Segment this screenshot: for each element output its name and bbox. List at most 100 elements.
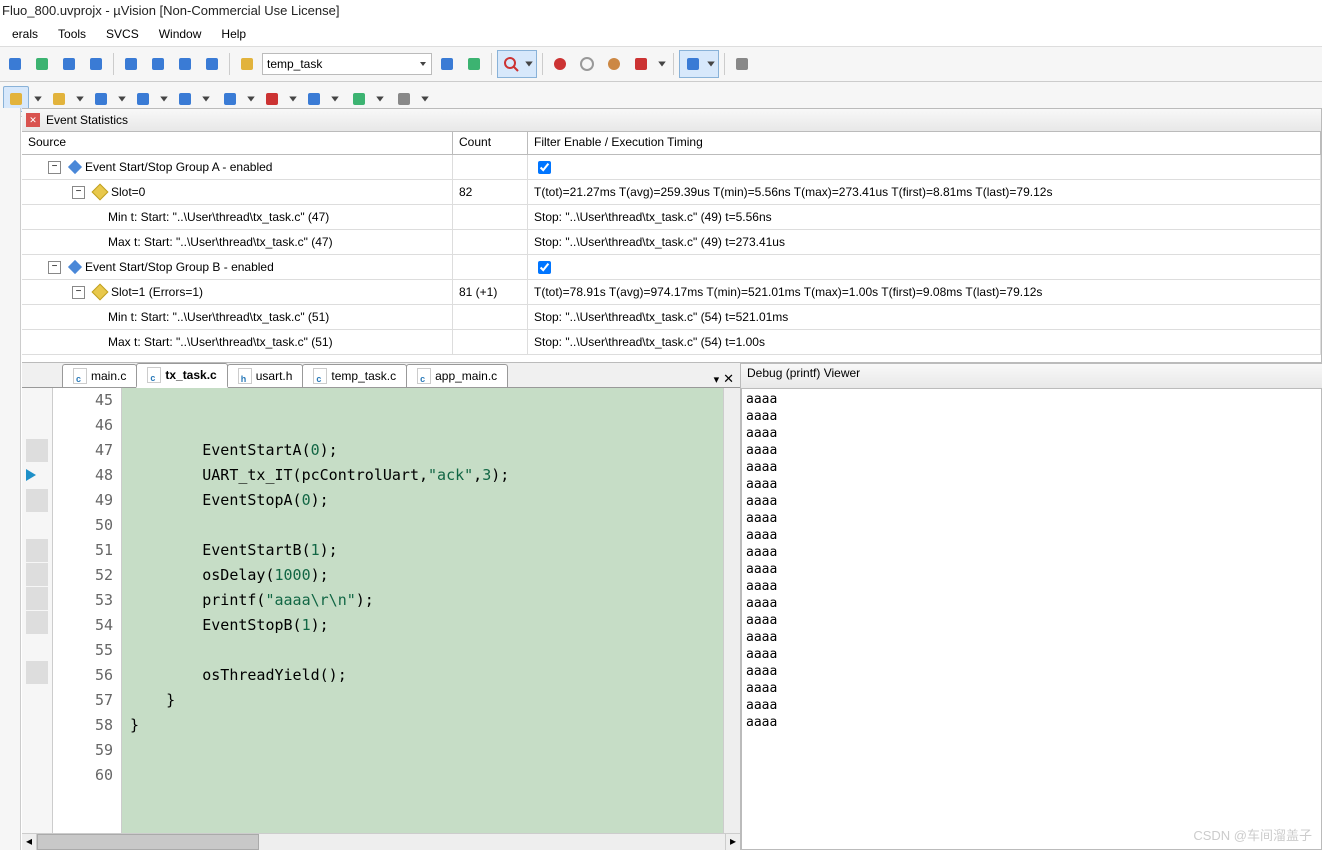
wrench-icon[interactable]	[730, 52, 754, 76]
target-select[interactable]: temp_task	[262, 53, 432, 75]
tab-label: main.c	[91, 369, 126, 383]
col-source[interactable]: Source	[22, 132, 453, 154]
tab-app_main-c[interactable]: app_main.c	[406, 364, 508, 387]
separator	[673, 53, 674, 75]
margin-cell[interactable]	[22, 685, 52, 710]
margin-cell[interactable]	[26, 611, 48, 634]
refresh-icon[interactable]	[602, 52, 626, 76]
circle-icon[interactable]	[575, 52, 599, 76]
grid-row[interactable]: −Event Start/Stop Group B - enabled	[22, 255, 1321, 280]
margin-cell[interactable]	[26, 439, 48, 462]
code-line[interactable]: }	[130, 713, 723, 738]
code-line[interactable]: EventStartB(1);	[130, 538, 723, 563]
config-icon[interactable]	[462, 52, 486, 76]
tab-tx_task-c[interactable]: tx_task.c	[136, 363, 227, 388]
layout-icon[interactable]	[681, 52, 705, 76]
code-line[interactable]: EventStopA(0);	[130, 488, 723, 513]
layout-dropdown[interactable]	[705, 52, 717, 76]
menu-svcs[interactable]: SVCS	[96, 24, 149, 44]
code-line[interactable]	[130, 513, 723, 538]
tab-usart-h[interactable]: usart.h	[227, 364, 304, 387]
code-line[interactable]	[130, 763, 723, 788]
margin-cell[interactable]	[22, 413, 52, 438]
margin-cell[interactable]	[26, 489, 48, 512]
tree-collapse-icon[interactable]: −	[48, 161, 61, 174]
uncomment-icon[interactable]	[200, 52, 224, 76]
bookmark-green-icon[interactable]	[30, 52, 54, 76]
cell-timing: Stop: "..\User\thread\tx_task.c" (49) t=…	[528, 205, 1321, 229]
breakpoint-margin[interactable]	[22, 388, 53, 833]
grid-row[interactable]: Min t: Start: "..\User\thread\tx_task.c"…	[22, 205, 1321, 230]
tab-close-icon[interactable]: ✕	[723, 371, 734, 387]
lens-dropdown[interactable]	[523, 52, 535, 76]
code-line[interactable]: osThreadYield();	[130, 663, 723, 688]
debug-viewer-title[interactable]: Debug (printf) Viewer	[741, 364, 1322, 389]
margin-cell[interactable]	[26, 563, 48, 586]
margin-cell[interactable]	[26, 587, 48, 610]
bookmark-next-icon[interactable]	[84, 52, 108, 76]
menu-window[interactable]: Window	[149, 24, 212, 44]
cell-source: −Slot=1 (Errors=1)	[22, 280, 453, 304]
code-line[interactable]: }	[130, 688, 723, 713]
tab-main-c[interactable]: main.c	[62, 364, 137, 387]
event-statistics-header[interactable]: ✕ Event Statistics	[22, 108, 1322, 132]
code-line[interactable]	[130, 388, 723, 413]
code-line[interactable]	[130, 738, 723, 763]
margin-cell[interactable]	[26, 539, 48, 562]
bookmark-blue-icon[interactable]	[3, 52, 27, 76]
record-icon[interactable]	[548, 52, 572, 76]
grid-row[interactable]: Max t: Start: "..\User\thread\tx_task.c"…	[22, 330, 1321, 355]
margin-cell[interactable]	[22, 710, 52, 735]
menu-tools[interactable]: Tools	[48, 24, 96, 44]
margin-cell[interactable]	[26, 661, 48, 684]
horizontal-scrollbar[interactable]: ◂ ▸	[22, 833, 740, 850]
indent-right-icon[interactable]	[146, 52, 170, 76]
grid-row[interactable]: −Event Start/Stop Group A - enabled	[22, 155, 1321, 180]
menu-erals[interactable]: erals	[2, 24, 48, 44]
margin-cell[interactable]	[22, 635, 52, 660]
col-count[interactable]: Count	[453, 132, 528, 154]
margin-cell[interactable]	[22, 760, 52, 785]
margin-cell[interactable]	[22, 735, 52, 760]
folder-icon[interactable]	[235, 52, 259, 76]
code-content[interactable]: EventStartA(0); UART_tx_IT(pcControlUart…	[122, 388, 723, 833]
col-timing[interactable]: Filter Enable / Execution Timing	[528, 132, 1321, 154]
code-editor[interactable]: 45464748495051525354555657585960 EventSt…	[22, 388, 740, 833]
margin-cell[interactable]	[22, 513, 52, 538]
lens-red-icon[interactable]	[499, 52, 523, 76]
code-line[interactable]: UART_tx_IT(pcControlUart,"ack",3);	[130, 463, 723, 488]
close-icon[interactable]: ✕	[26, 113, 40, 127]
left-dock-gutter[interactable]	[0, 108, 21, 850]
bookmark-prev-icon[interactable]	[57, 52, 81, 76]
tab-temp_task-c[interactable]: temp_task.c	[302, 364, 407, 387]
bomb-icon[interactable]	[629, 52, 653, 76]
filter-enable-checkbox[interactable]	[538, 261, 551, 274]
comment-icon[interactable]	[173, 52, 197, 76]
grid-row[interactable]: Max t: Start: "..\User\thread\tx_task.c"…	[22, 230, 1321, 255]
menu-help[interactable]: Help	[211, 24, 256, 44]
diamond-yellow-icon	[92, 284, 109, 301]
find-icon[interactable]	[435, 52, 459, 76]
indent-left-icon[interactable]	[119, 52, 143, 76]
code-line[interactable]: printf("aaaa\r\n");	[130, 588, 723, 613]
margin-cell[interactable]	[22, 388, 52, 413]
filter-enable-checkbox[interactable]	[538, 161, 551, 174]
code-line[interactable]	[130, 638, 723, 663]
vertical-scrollbar[interactable]	[723, 388, 740, 833]
tree-collapse-icon[interactable]: −	[72, 186, 85, 199]
tree-collapse-icon[interactable]: −	[48, 261, 61, 274]
code-line[interactable]: EventStartA(0);	[130, 438, 723, 463]
code-line[interactable]: EventStopB(1);	[130, 613, 723, 638]
bomb-icon-dropdown[interactable]	[656, 52, 668, 76]
code-line[interactable]: osDelay(1000);	[130, 563, 723, 588]
tab-overflow-icon[interactable]: ▾	[714, 373, 720, 386]
grid-body[interactable]: −Event Start/Stop Group A - enabled−Slot…	[22, 155, 1321, 362]
tree-collapse-icon[interactable]: −	[72, 286, 85, 299]
grid-row[interactable]: Min t: Start: "..\User\thread\tx_task.c"…	[22, 305, 1321, 330]
current-line-icon[interactable]	[22, 463, 52, 488]
debug-output[interactable]: aaaaaaaaaaaaaaaaaaaaaaaaaaaaaaaaaaaaaaaa…	[741, 389, 1322, 850]
grid-row[interactable]: −Slot=082T(tot)=21.27ms T(avg)=259.39us …	[22, 180, 1321, 205]
cell-source: −Slot=0	[22, 180, 453, 204]
grid-row[interactable]: −Slot=1 (Errors=1)81 (+1)T(tot)=78.91s T…	[22, 280, 1321, 305]
code-line[interactable]	[130, 413, 723, 438]
